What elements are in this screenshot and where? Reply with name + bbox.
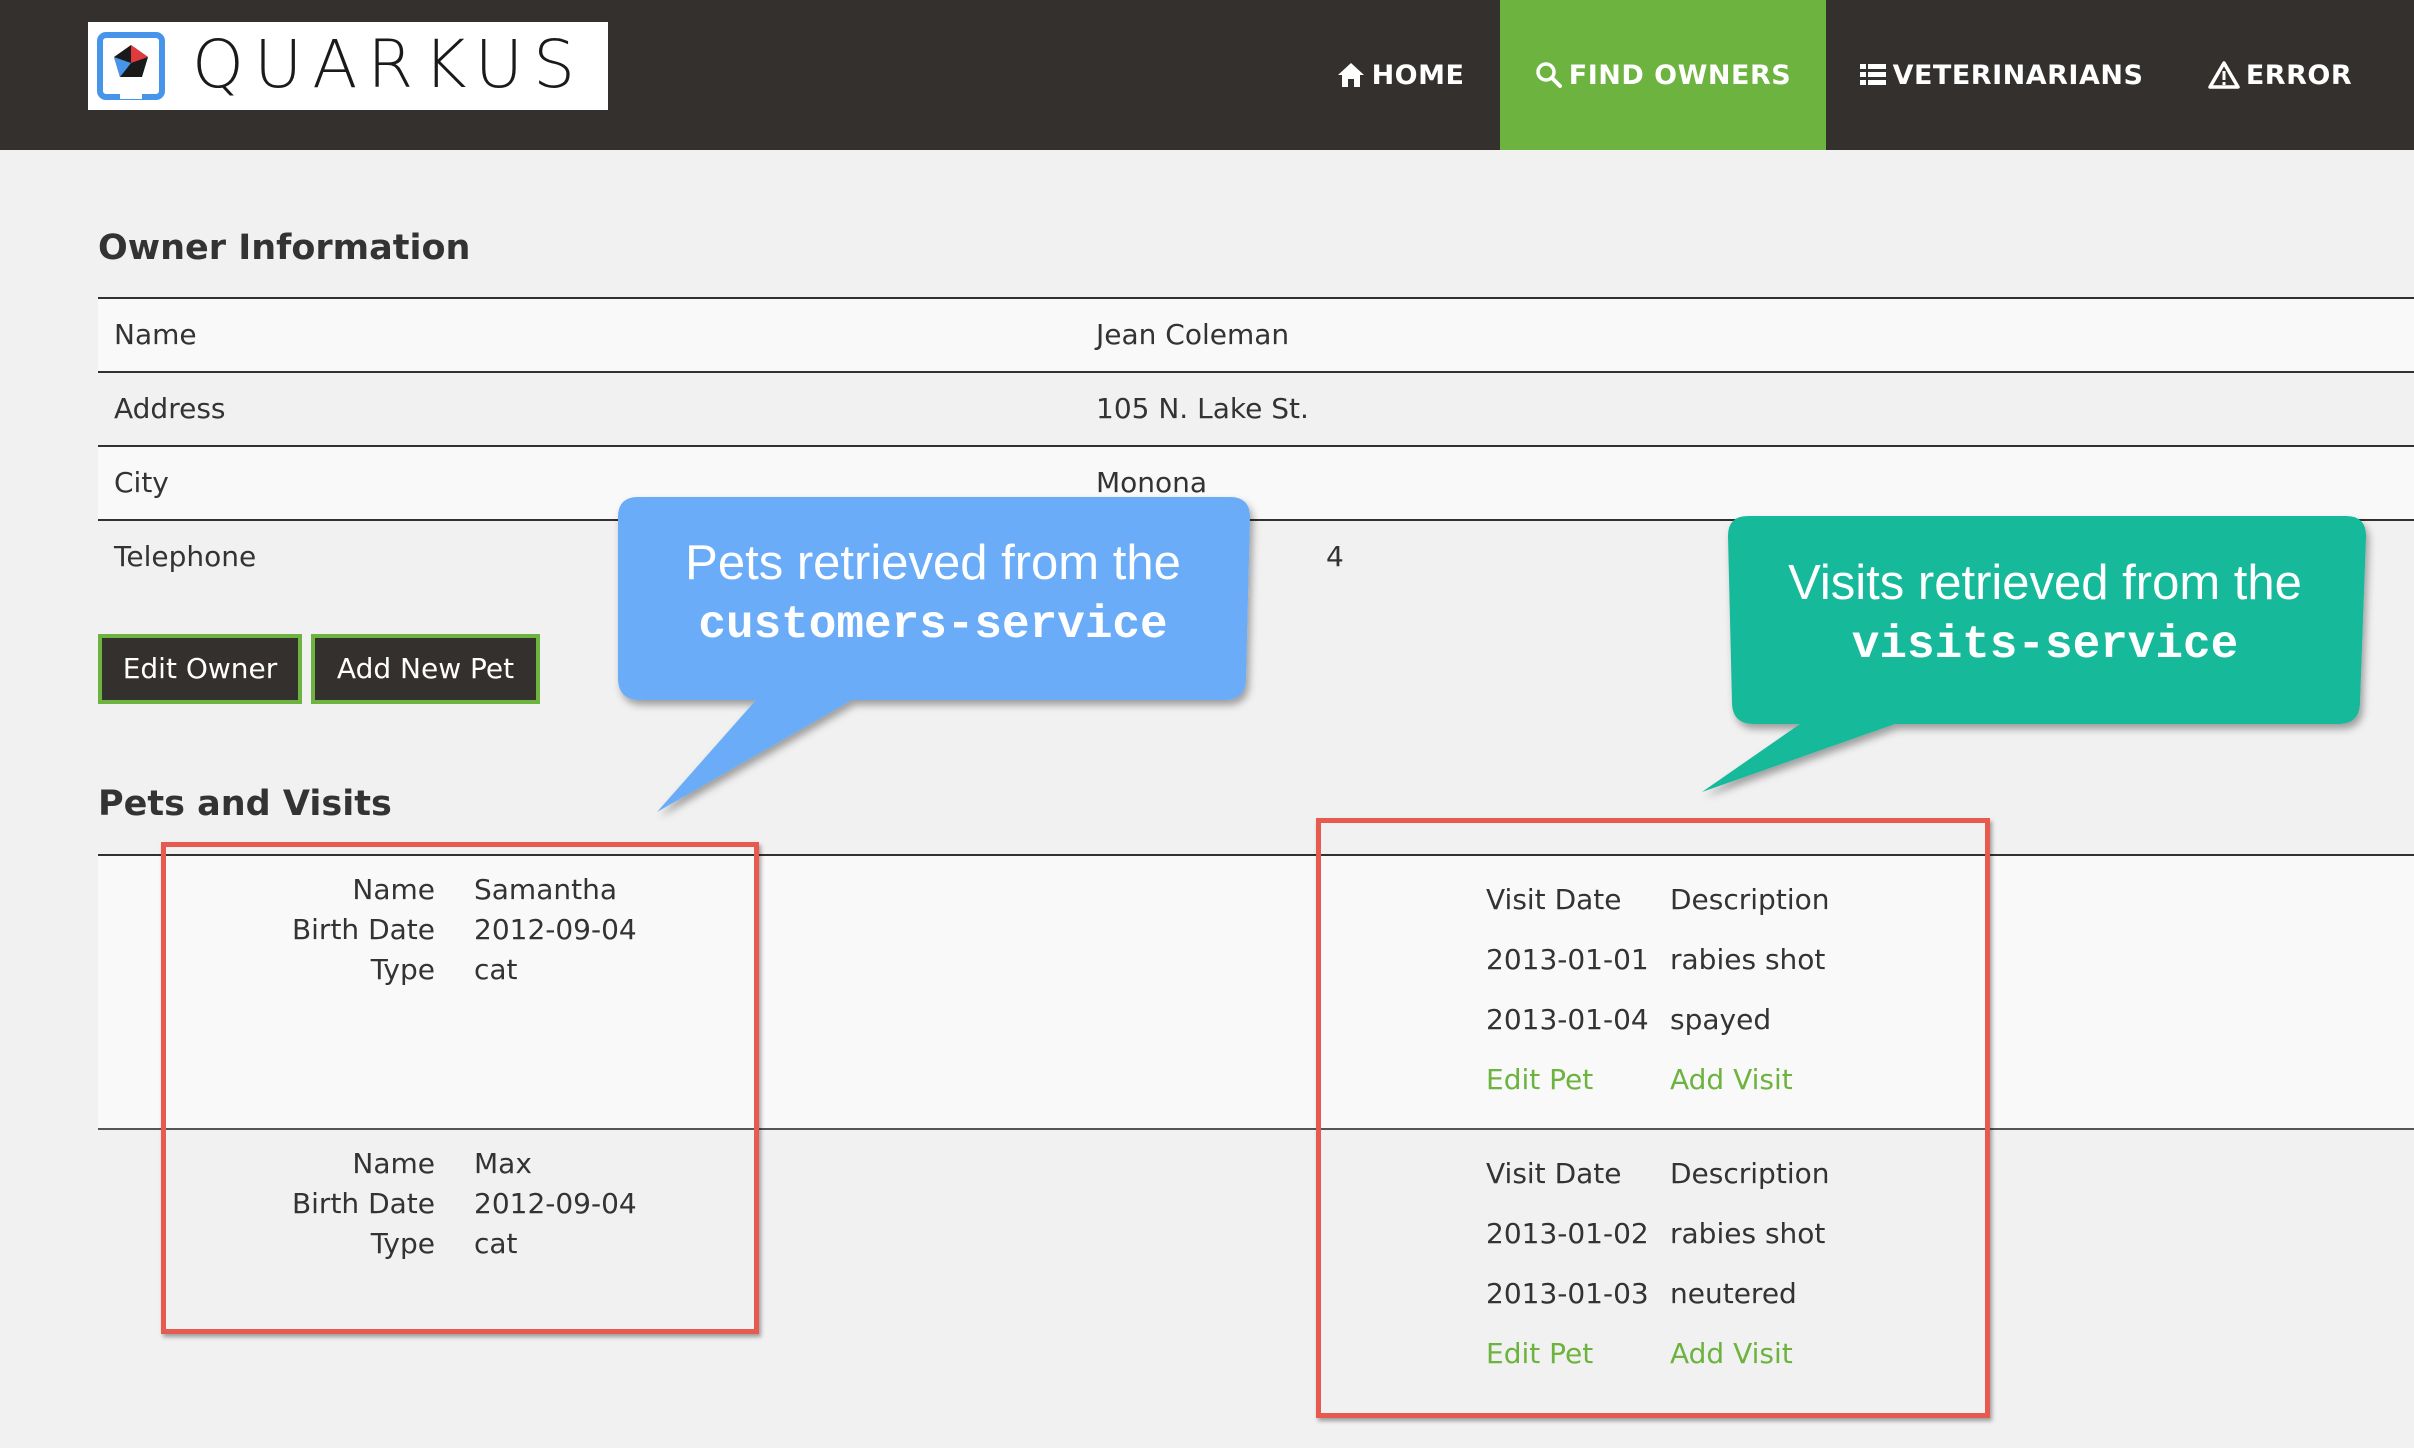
customers-callout-line1: Pets retrieved from the (685, 536, 1181, 590)
visits-callout-line1: Visits retrieved from the (1788, 556, 2302, 610)
customers-callout: Pets retrieved from the customers-servic… (618, 532, 1248, 656)
customers-callout-line2: customers-service (698, 599, 1168, 651)
visits-callout: Visits retrieved from the visits-service (1730, 552, 2360, 676)
callout-bubbles (618, 497, 2366, 812)
visits-callout-line2: visits-service (1851, 619, 2239, 671)
